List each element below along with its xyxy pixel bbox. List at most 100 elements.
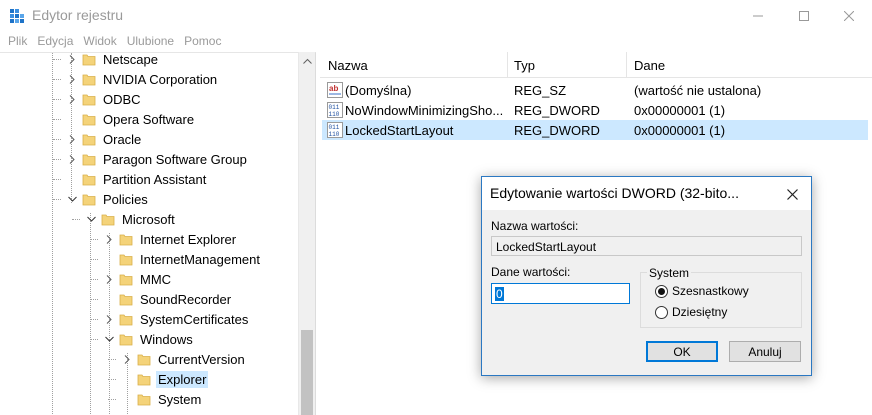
tree-vertical-scrollbar[interactable] — [298, 52, 315, 415]
menu-file[interactable]: Plik — [0, 32, 32, 52]
tree-connector-line — [53, 179, 61, 180]
scroll-thumb[interactable] — [301, 330, 313, 415]
tree-item[interactable]: Internet Explorer — [104, 229, 238, 249]
table-row[interactable]: 011 110 LockedStartLayout REG_DWORD 0x000000… — [322, 120, 868, 140]
ok-button[interactable]: OK — [646, 341, 718, 362]
menu-help[interactable]: Pomoc — [179, 32, 226, 52]
table-row[interactable]: ab (Domyślna) REG_SZ (wartość nie ustalona) — [322, 80, 868, 100]
tree-item-label: InternetManagement — [140, 251, 260, 267]
chevron-down-icon[interactable] — [104, 334, 114, 344]
folder-icon — [82, 72, 96, 86]
tree-item-label: Partition Assistant — [103, 171, 207, 187]
tree-item[interactable]: CurrentVersion — [122, 349, 247, 369]
value-name-label: Nazwa wartości: — [491, 219, 579, 233]
tree-connector-line — [108, 379, 116, 380]
tree-connector-line — [90, 339, 98, 340]
chevron-right-icon[interactable] — [67, 94, 77, 104]
folder-icon — [137, 392, 151, 406]
value-type-cell: REG_SZ — [514, 83, 567, 98]
folder-icon — [82, 152, 96, 166]
maximize-button[interactable] — [781, 0, 827, 32]
menu-view[interactable]: Widok — [78, 32, 121, 52]
tree-item-label: NVIDIA Corporation — [103, 71, 218, 87]
chevron-right-icon[interactable] — [67, 154, 77, 164]
title-bar: Edytor rejestru — [0, 0, 872, 32]
radio-button-icon — [655, 284, 668, 298]
folder-icon — [101, 212, 115, 226]
folder-icon — [82, 192, 96, 206]
radio-decimal[interactable]: Dziesiętny — [655, 305, 727, 319]
value-data-cell: 0x00000001 (1) — [634, 103, 726, 118]
chevron-right-icon[interactable] — [67, 54, 77, 64]
tree-connector-line — [53, 159, 61, 160]
tree-item[interactable]: Policies — [67, 189, 150, 209]
registry-key-tree[interactable]: Netscape NVIDIA Corporation ODBC Opera Soft… — [0, 52, 316, 415]
dialog-close-button[interactable] — [782, 184, 802, 204]
svg-text:ab: ab — [329, 84, 338, 93]
folder-icon — [82, 112, 96, 126]
tree-item[interactable]: Microsoft — [86, 209, 177, 229]
column-header-name[interactable]: Nazwa — [320, 52, 508, 78]
svg-text:011: 011 — [329, 124, 340, 131]
chevron-right-icon[interactable] — [122, 354, 132, 364]
tree-item[interactable]: Netscape — [67, 52, 160, 69]
chevron-down-icon[interactable] — [67, 194, 77, 204]
folder-icon — [82, 132, 96, 146]
table-row[interactable]: 011 110 NoWindowMinimizingSho... REG_DWORD 0… — [322, 100, 868, 120]
tree-connector-line — [53, 99, 61, 100]
tree-connector-line — [90, 213, 91, 415]
tree-item[interactable]: MMC — [104, 269, 173, 289]
tree-connector-line — [53, 79, 61, 80]
tree-item[interactable]: Oracle — [67, 129, 143, 149]
tree-item[interactable]: Partition Assistant — [67, 169, 208, 189]
tree-item[interactable]: Explorer — [122, 369, 209, 389]
binary-value-icon: 011 110 — [327, 102, 343, 118]
column-header-data[interactable]: Dane — [626, 52, 866, 78]
window-title: Edytor rejestru — [32, 7, 124, 23]
chevron-right-icon[interactable] — [67, 134, 77, 144]
chevron-right-icon[interactable] — [67, 74, 77, 84]
registry-editor-icon — [10, 9, 24, 23]
tree-item-label: Windows — [140, 331, 193, 347]
dialog-title-bar: Edytowanie wartości DWORD (32-bito... — [482, 177, 811, 210]
close-window-button[interactable] — [826, 0, 872, 32]
chevron-right-icon[interactable] — [104, 234, 114, 244]
value-name-cell: LockedStartLayout — [345, 123, 454, 138]
radio-hexadecimal[interactable]: Szesnastkowy — [655, 284, 749, 298]
tree-item-label: Microsoft — [122, 211, 175, 227]
tree-item-label: SystemCertificates — [140, 311, 249, 327]
tree-item[interactable]: Opera Software — [67, 109, 196, 129]
tree-item[interactable]: Windows — [104, 329, 195, 349]
tree-item[interactable]: SoundRecorder — [104, 289, 233, 309]
radio-decimal-label: Dziesiętny — [672, 305, 728, 319]
scroll-up-button[interactable] — [299, 52, 316, 69]
tree-item[interactable]: ODBC — [67, 89, 143, 109]
value-data-text: 0 — [495, 287, 504, 301]
menu-bar: Plik Edycja Widok Ulubione Pomoc — [0, 32, 872, 52]
tree-item-label: Netscape — [103, 52, 158, 67]
tree-item[interactable]: System — [122, 389, 203, 409]
tree-connector-line — [53, 59, 61, 60]
column-header-type[interactable]: Typ — [506, 52, 626, 78]
menu-edit[interactable]: Edycja — [32, 32, 78, 52]
chevron-down-icon[interactable] — [86, 214, 96, 224]
value-data-input[interactable]: 0 — [491, 283, 630, 304]
menu-favorites[interactable]: Ulubione — [122, 32, 179, 52]
tree-item-label: MMC — [140, 271, 172, 287]
chevron-right-icon[interactable] — [104, 274, 114, 284]
tree-item[interactable]: NVIDIA Corporation — [67, 69, 219, 89]
folder-icon — [82, 92, 96, 106]
tree-item[interactable]: Paragon Software Group — [67, 149, 249, 169]
tree-item[interactable]: SystemCertificates — [104, 309, 250, 329]
cancel-button[interactable]: Anuluj — [729, 341, 801, 362]
chevron-right-icon[interactable] — [104, 314, 114, 324]
folder-icon — [137, 372, 151, 386]
value-data-label: Dane wartości: — [491, 265, 571, 279]
tree-item[interactable]: InternetManagement — [104, 249, 262, 269]
minimize-button[interactable] — [735, 0, 781, 32]
tree-connector-line — [90, 319, 98, 320]
value-type-cell: REG_DWORD — [514, 123, 600, 138]
